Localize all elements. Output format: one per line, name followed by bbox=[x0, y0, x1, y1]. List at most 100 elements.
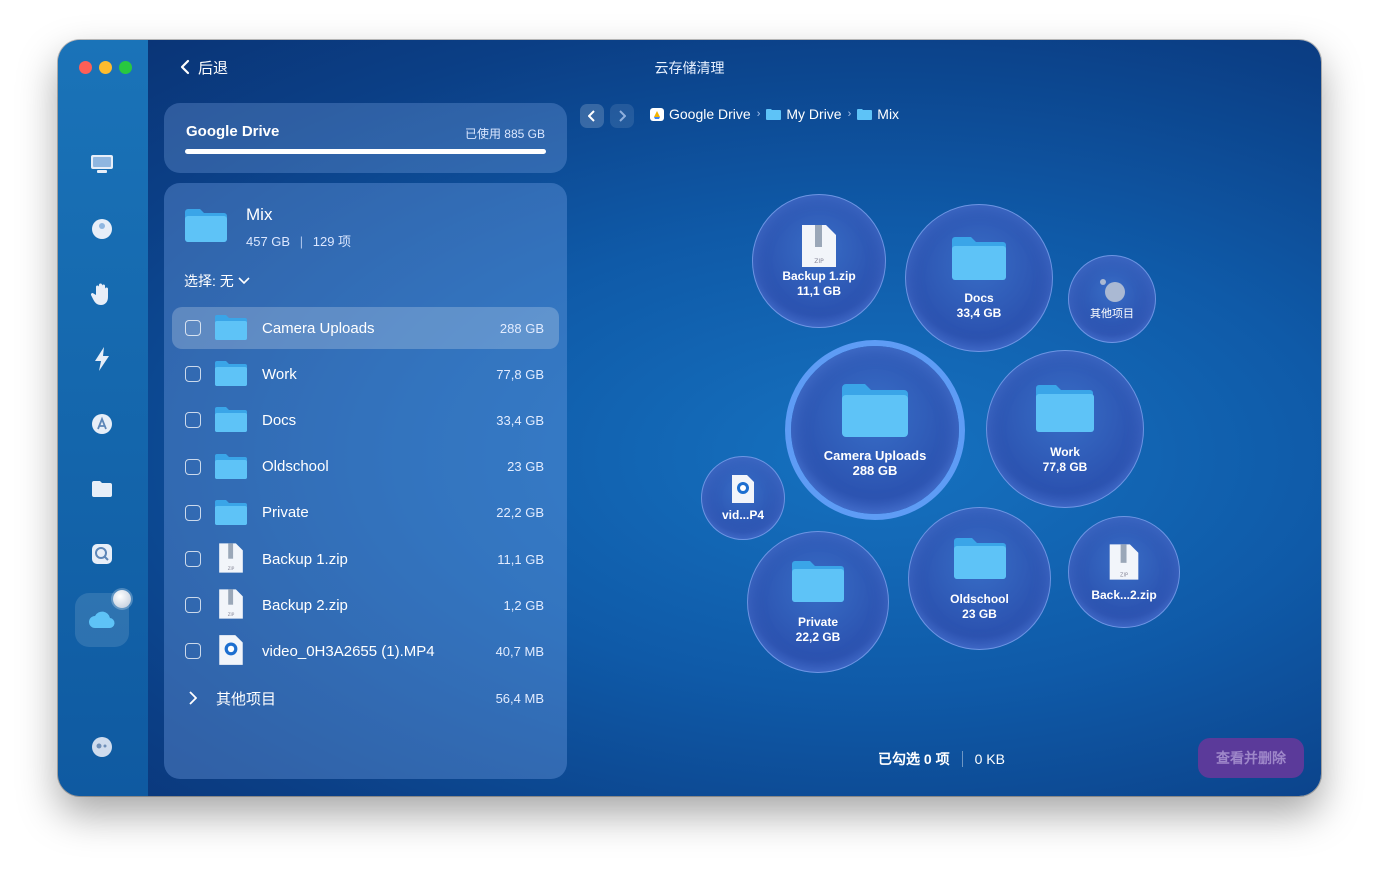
chevron-right-icon bbox=[189, 691, 197, 705]
chevron-left-icon bbox=[588, 110, 595, 122]
item-name: video_0H3A2655 (1).MP4 bbox=[262, 642, 435, 660]
meta-separator: | bbox=[299, 234, 304, 249]
bubble-other[interactable]: 其他项目 bbox=[1068, 255, 1156, 343]
item-size: 40,7 MB bbox=[495, 643, 544, 659]
folder-icon bbox=[953, 537, 1006, 579]
item-checkbox[interactable] bbox=[185, 366, 201, 383]
select-dropdown[interactable]: 选择: 无 bbox=[184, 271, 250, 291]
disk-icon[interactable] bbox=[88, 215, 116, 243]
item-name: Private bbox=[262, 504, 309, 522]
item-checkbox[interactable] bbox=[185, 412, 201, 429]
item-name: Backup 2.zip bbox=[262, 596, 348, 614]
footer-separator bbox=[961, 751, 963, 767]
item-checkbox[interactable] bbox=[185, 643, 201, 660]
list-item[interactable]: ZIP Backup 2.zip 1,2 GB bbox=[172, 584, 559, 626]
file-list-panel: Mix 457 GB | 129 项 选择: 无 Camera Uploads 2… bbox=[164, 183, 567, 779]
bubble-oldschool[interactable]: Oldschool 23 GB bbox=[908, 507, 1051, 650]
list-item[interactable]: Camera Uploads 288 GB bbox=[172, 307, 559, 349]
other-items-label: 其他项目 bbox=[216, 690, 277, 708]
folder-icon bbox=[766, 109, 782, 120]
list-item[interactable]: Work 77,8 GB bbox=[172, 353, 559, 395]
list-item[interactable]: ZIP Backup 1.zip 11,1 GB bbox=[172, 538, 559, 580]
item-checkbox[interactable] bbox=[185, 320, 201, 336]
app-store-icon[interactable] bbox=[88, 410, 116, 438]
google-drive-icon bbox=[650, 107, 664, 121]
hand-icon[interactable] bbox=[88, 280, 116, 308]
current-folder-name: Mix bbox=[246, 205, 273, 224]
activity-indicator bbox=[113, 590, 131, 608]
bubble-work[interactable]: Work 77,8 GB bbox=[986, 350, 1144, 508]
video-file-icon bbox=[219, 635, 243, 666]
monitor-icon[interactable] bbox=[88, 150, 116, 178]
item-name: Docs bbox=[262, 411, 297, 429]
item-size: 77,8 GB bbox=[496, 366, 544, 382]
breadcrumb-separator: › bbox=[847, 108, 852, 120]
magnifier-icon[interactable] bbox=[88, 540, 116, 568]
svg-text:ZIP: ZIP bbox=[1120, 572, 1128, 578]
item-name: Work bbox=[262, 365, 297, 383]
item-size: 288 GB bbox=[499, 320, 544, 336]
folder-icon bbox=[857, 109, 873, 120]
cloud-icon[interactable] bbox=[88, 606, 116, 634]
breadcrumb-mix[interactable]: Mix bbox=[857, 106, 899, 122]
folder-icon bbox=[792, 561, 844, 602]
item-name: Camera Uploads bbox=[262, 319, 375, 337]
current-folder-meta: 457 GB | 129 项 bbox=[246, 231, 351, 250]
select-label: 选择: 无 bbox=[184, 273, 234, 289]
lightning-icon[interactable] bbox=[88, 345, 116, 373]
folder-icon bbox=[842, 384, 908, 437]
svg-text:ZIP: ZIP bbox=[228, 566, 235, 571]
breadcrumb-google-drive[interactable]: Google Drive bbox=[650, 106, 751, 122]
list-item[interactable]: Private 22,2 GB bbox=[172, 492, 559, 534]
svg-text:ZIP: ZIP bbox=[228, 612, 235, 617]
nav-forward-button[interactable] bbox=[610, 104, 634, 128]
item-name: Backup 1.zip bbox=[262, 550, 348, 568]
folder-size: 457 GB bbox=[246, 234, 291, 249]
folder-icon bbox=[215, 407, 247, 433]
breadcrumb-my-drive[interactable]: My Drive bbox=[766, 106, 842, 122]
list-item[interactable]: Oldschool 23 GB bbox=[172, 446, 559, 488]
list-item[interactable]: video_0H3A2655 (1).MP4 40,7 MB bbox=[172, 630, 559, 672]
other-items-row[interactable]: 其他项目 56,4 MB bbox=[172, 677, 559, 719]
item-size: 33,4 GB bbox=[496, 412, 544, 428]
bubble-private[interactable]: Private 22,2 GB bbox=[747, 531, 889, 673]
svg-text:ZIP: ZIP bbox=[814, 258, 824, 265]
assistant-icon[interactable] bbox=[88, 733, 116, 761]
drive-usage-bar bbox=[185, 149, 546, 154]
app-window: 后退 云存储清理 Google Drive 已使用 885 GB Mix 457… bbox=[58, 40, 1321, 796]
folder-count: 129 项 bbox=[312, 234, 352, 249]
other-items-size: 56,4 MB bbox=[495, 690, 544, 706]
bubble-video[interactable]: vid...P4 bbox=[701, 456, 785, 540]
selected-count: 已勾选 0 项 bbox=[878, 751, 950, 767]
chevron-right-icon bbox=[619, 110, 626, 122]
review-and-delete-button[interactable]: 查看并删除 bbox=[1198, 738, 1304, 778]
zip-file-icon: ZIP bbox=[219, 543, 243, 573]
list-item[interactable]: Docs 33,4 GB bbox=[172, 399, 559, 441]
video-file-icon bbox=[732, 474, 754, 503]
bubble-docs[interactable]: Docs 33,4 GB bbox=[905, 204, 1053, 352]
folder-icon bbox=[215, 499, 247, 525]
chevron-down-icon bbox=[238, 277, 250, 285]
zip-file-icon: ZIP bbox=[219, 589, 243, 619]
item-checkbox[interactable] bbox=[185, 597, 201, 614]
selected-size: 0 KB bbox=[974, 751, 1005, 767]
drive-used: 已使用 885 GB bbox=[464, 127, 545, 141]
nav-back-button[interactable] bbox=[580, 104, 604, 128]
folder-icon bbox=[215, 453, 247, 479]
breadcrumb: Google Drive › My Drive › Mix bbox=[650, 106, 899, 122]
zip-file-icon: ZIP bbox=[802, 225, 836, 267]
item-checkbox[interactable] bbox=[185, 504, 201, 521]
bubble-backup1[interactable]: ZIP Backup 1.zip 11,1 GB bbox=[752, 194, 886, 328]
bubble-backup2[interactable]: ZIP Back...2.zip bbox=[1068, 516, 1180, 628]
folder-icon bbox=[1036, 385, 1094, 432]
item-size: 11,1 GB bbox=[497, 551, 544, 567]
item-checkbox[interactable] bbox=[185, 458, 201, 475]
folder-icon[interactable] bbox=[88, 475, 116, 503]
breadcrumb-separator: › bbox=[756, 108, 761, 120]
item-size: 1,2 GB bbox=[503, 597, 544, 613]
zip-file-icon: ZIP bbox=[1109, 543, 1139, 580]
folder-icon bbox=[215, 315, 247, 340]
folder-icon bbox=[215, 361, 247, 387]
bubble-camera-uploads[interactable]: Camera Uploads 288 GB bbox=[791, 346, 959, 514]
item-checkbox[interactable] bbox=[185, 551, 201, 567]
